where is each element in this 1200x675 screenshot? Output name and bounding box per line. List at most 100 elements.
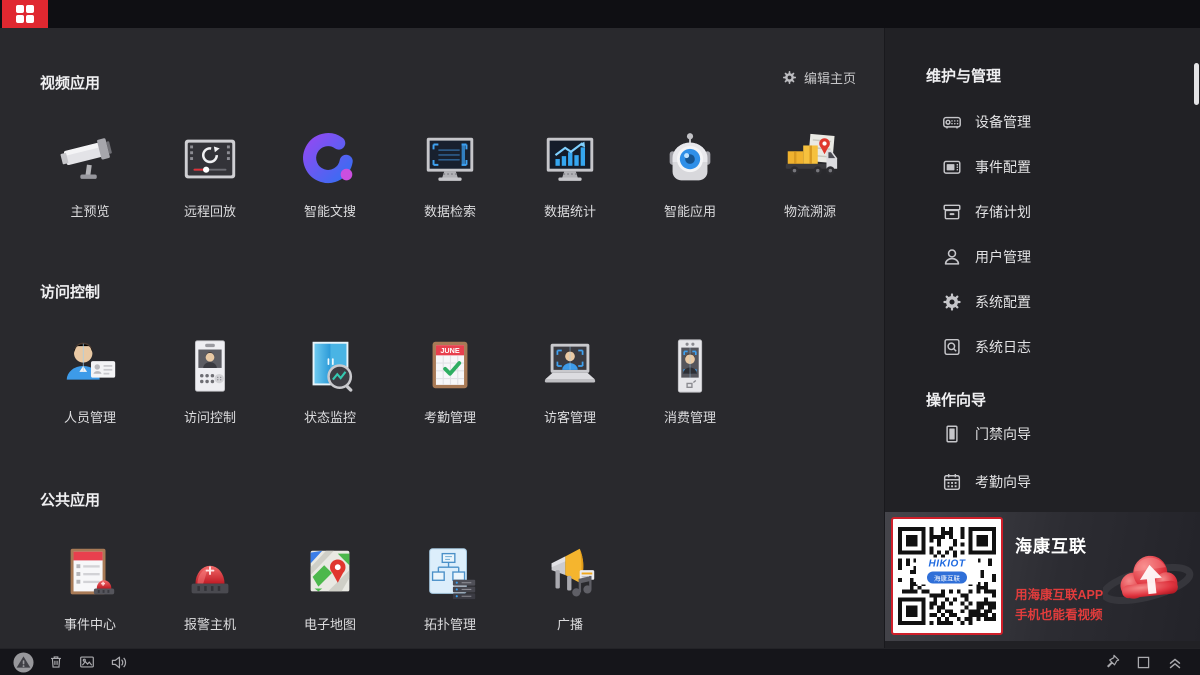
- snapshot-button[interactable]: [78, 653, 96, 671]
- section-title-video: 视频应用: [40, 72, 100, 93]
- calendar-check-icon: JUNE: [419, 335, 481, 397]
- side-item-label: 事件配置: [975, 157, 1031, 177]
- user-icon: [942, 247, 962, 267]
- side-item-label: 门禁向导: [975, 424, 1031, 444]
- app-label: 访问控制: [184, 407, 236, 426]
- item-user-management[interactable]: 用户管理: [942, 245, 1031, 269]
- app-alarm-host[interactable]: 报警主机: [150, 541, 270, 633]
- app-smart-application[interactable]: 智能应用: [630, 128, 750, 220]
- app-label: 广播: [557, 614, 583, 633]
- siren-icon: [179, 542, 241, 604]
- app-smart-search[interactable]: 智能文搜: [270, 128, 390, 220]
- app-attendance-management[interactable]: JUNE 考勤管理: [390, 334, 510, 426]
- monitor-chart-icon: [539, 129, 601, 191]
- robot-icon: [659, 129, 721, 191]
- log-search-icon: [942, 337, 962, 357]
- image-icon: [78, 653, 96, 671]
- item-door-wizard[interactable]: 门禁向导: [942, 422, 1031, 446]
- item-storage-plan[interactable]: 存储计划: [942, 200, 1031, 224]
- banner-line2: 手机也能看视频: [1015, 604, 1103, 623]
- item-event-config[interactable]: 事件配置: [942, 155, 1031, 179]
- hik-connect-banner[interactable]: HIKIOT 海康互联 海康互联 用海康互联APP 手机也能看视频: [885, 512, 1200, 641]
- qr-center-logo: HIKIOT 海康互联: [916, 558, 978, 585]
- audio-button[interactable]: [109, 653, 128, 672]
- banner-line1: 用海康互联APP: [1015, 584, 1103, 603]
- app-consumption-management[interactable]: 消费管理: [630, 334, 750, 426]
- app-remote-playback[interactable]: 远程回放: [150, 128, 270, 220]
- app-label: 状态监控: [304, 407, 356, 426]
- side-item-label: 系统配置: [975, 292, 1031, 312]
- maintenance-title: 维护与管理: [926, 65, 1001, 86]
- gear-icon: [782, 70, 797, 85]
- app-event-center[interactable]: 事件中心: [30, 541, 150, 633]
- app-broadcast[interactable]: 广播: [510, 541, 630, 633]
- edit-home-button[interactable]: 编辑主页: [782, 68, 856, 87]
- app-topology-management[interactable]: 拓扑管理: [390, 541, 510, 633]
- playback-screen-icon: [179, 129, 241, 191]
- window-icon: [1135, 654, 1152, 671]
- app-data-statistics[interactable]: 数据统计: [510, 128, 630, 220]
- event-config-icon: [942, 157, 962, 177]
- red-cloud-upload-icon: [1103, 528, 1199, 632]
- app-label: 消费管理: [664, 407, 716, 426]
- sidebar-scrollbar[interactable]: [1194, 63, 1199, 105]
- app-label: 数据检索: [424, 201, 476, 220]
- logistics-truck-icon: [779, 129, 841, 191]
- topology-diagram-icon: [419, 542, 481, 604]
- app-label: 事件中心: [64, 614, 116, 633]
- collapse-button[interactable]: [1166, 653, 1184, 671]
- cctv-camera-icon: [59, 129, 121, 191]
- side-item-label: 设备管理: [975, 112, 1031, 132]
- section-title-access: 访问控制: [40, 281, 100, 302]
- pushpin-icon: [1103, 653, 1121, 671]
- storage-box-icon: [942, 202, 962, 222]
- app-access-control[interactable]: 访问控制: [150, 334, 270, 426]
- clear-alarm-button[interactable]: [47, 653, 65, 671]
- side-item-label: 用户管理: [975, 247, 1031, 267]
- maintenance-sidebar: 维护与管理 设备管理 事件配置 存储计划 用户管理: [884, 28, 1200, 648]
- app-label: 智能应用: [664, 201, 716, 220]
- app-label: 人员管理: [64, 407, 116, 426]
- item-system-log[interactable]: 系统日志: [942, 335, 1031, 359]
- alarm-triangle-icon: [13, 652, 34, 673]
- app-data-retrieval[interactable]: 数据检索: [390, 128, 510, 220]
- side-item-label: 系统日志: [975, 337, 1031, 357]
- pin-button[interactable]: [1103, 653, 1121, 671]
- app-visitor-management[interactable]: 访客管理: [510, 334, 630, 426]
- item-attendance-wizard[interactable]: 考勤向导: [942, 470, 1031, 494]
- app-label: 拓扑管理: [424, 614, 476, 633]
- banner-title: 海康互联: [1015, 532, 1087, 557]
- app-e-map[interactable]: 电子地图: [270, 541, 390, 633]
- calendar-month-text: JUNE: [440, 346, 460, 355]
- top-bar: [0, 0, 1200, 28]
- item-system-config[interactable]: 系统配置: [942, 290, 1031, 314]
- maximize-button[interactable]: [1135, 654, 1152, 671]
- app-main-preview[interactable]: 主预览: [30, 128, 150, 220]
- qr-brand-text: HIKIOT: [916, 559, 978, 570]
- app-label: 访客管理: [544, 407, 596, 426]
- edit-home-label: 编辑主页: [804, 68, 856, 87]
- app-label: 数据统计: [544, 201, 596, 220]
- double-chevron-up-icon: [1166, 653, 1184, 671]
- face-terminal-icon: [659, 335, 721, 397]
- app-personnel-management[interactable]: 人员管理: [30, 334, 150, 426]
- bottom-status-bar: [0, 648, 1200, 675]
- item-device-management[interactable]: 设备管理: [942, 110, 1031, 134]
- calendar-icon: [942, 472, 962, 492]
- qr-code: HIKIOT 海康互联: [891, 517, 1003, 635]
- app-logistics-tracing[interactable]: 物流溯源: [750, 128, 870, 220]
- swirl-search-icon: [299, 129, 361, 191]
- grid-apps-icon: [16, 5, 34, 23]
- app-launcher-button[interactable]: [2, 0, 48, 28]
- monitor-search-icon: [419, 129, 481, 191]
- alarm-status-button[interactable]: [13, 652, 34, 673]
- app-label: 报警主机: [184, 614, 236, 633]
- home-main-panel: 视频应用 编辑主页: [0, 28, 884, 648]
- laptop-face-icon: [539, 335, 601, 397]
- door-icon: [942, 424, 962, 444]
- app-status-monitoring[interactable]: 状态监控: [270, 334, 390, 426]
- megaphone-icon: [539, 542, 601, 604]
- section-title-public: 公共应用: [40, 489, 100, 510]
- event-list-alarm-icon: [59, 542, 121, 604]
- app-label: 主预览: [70, 201, 109, 220]
